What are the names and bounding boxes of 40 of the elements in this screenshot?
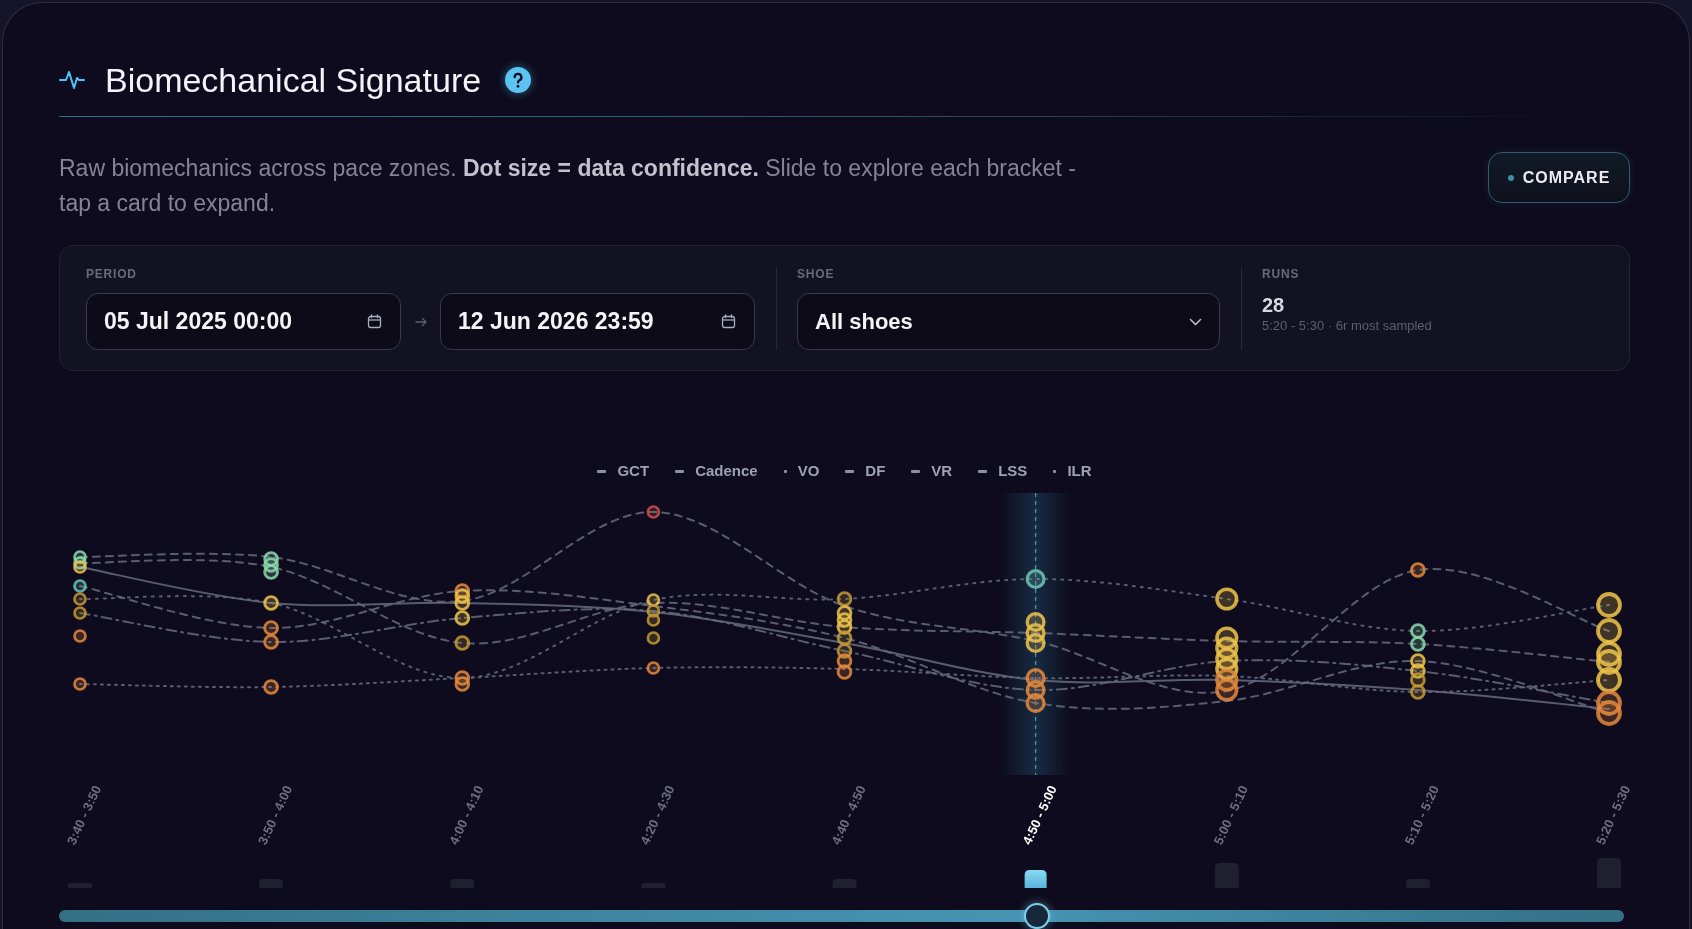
arrow-icon — [415, 316, 427, 327]
pulse-icon — [59, 70, 85, 90]
pace-label[interactable]: 3:40 - 3:50 — [63, 783, 105, 847]
pace-label[interactable]: 5:20 - 5:30 — [1592, 783, 1630, 847]
legend-label: DF — [865, 462, 886, 480]
dash-icon — [978, 469, 988, 473]
dash-icon — [597, 469, 607, 473]
date-field[interactable]: 12 Jun 2026 23:59 — [440, 293, 755, 350]
pace-label[interactable]: 4:20 - 4:30 — [637, 783, 678, 847]
legend-label: Cadence — [695, 462, 758, 480]
pace-label[interactable]: 5:10 - 5:20 — [1401, 783, 1443, 847]
slider-thumb[interactable] — [1024, 903, 1051, 929]
runs-note: 5:20 - 5:30 · 6r most sampled — [1262, 318, 1432, 334]
compare-button[interactable]: COMPARE — [1488, 152, 1630, 203]
calendar-icon — [367, 314, 382, 329]
dash-icon — [911, 469, 921, 473]
field-label: RUNS — [1262, 267, 1301, 281]
pace-label[interactable]: 4:50 - 5:00 — [1019, 783, 1060, 847]
pace-label[interactable]: 4:40 - 4:50 — [828, 783, 869, 847]
legend-label: VR — [931, 462, 953, 480]
runs-count: 28 — [1262, 293, 1286, 317]
dash-icon — [845, 469, 855, 473]
description-text: Raw biomechanics across pace zones. Dot size = data confidence. Slide to explore each bracket - tap a card to expand. — [59, 154, 1077, 218]
pace-label[interactable]: 3:50 - 4:00 — [254, 783, 296, 847]
legend-label: VO — [797, 462, 820, 480]
section-title: Biomechanical Signature — [105, 60, 482, 100]
shoe-select[interactable]: All shoes — [797, 293, 1220, 350]
chevron-down-icon — [1189, 317, 1202, 326]
dash-icon — [675, 469, 685, 473]
pace-label[interactable]: 4:00 - 4:10 — [446, 783, 487, 847]
calendar-icon — [721, 314, 736, 329]
pace-label[interactable]: 5:00 - 5:10 — [1210, 783, 1251, 847]
field-label: PERIOD — [86, 267, 138, 281]
dot-icon — [1507, 174, 1514, 181]
help-icon — [505, 67, 532, 93]
field-label: SHOE — [797, 267, 836, 281]
legend-label: LSS — [998, 462, 1028, 480]
legend-label: GCT — [617, 462, 650, 480]
date-field[interactable]: 05 Jul 2025 00:00 — [86, 293, 401, 350]
legend-label: ILR — [1067, 462, 1092, 480]
